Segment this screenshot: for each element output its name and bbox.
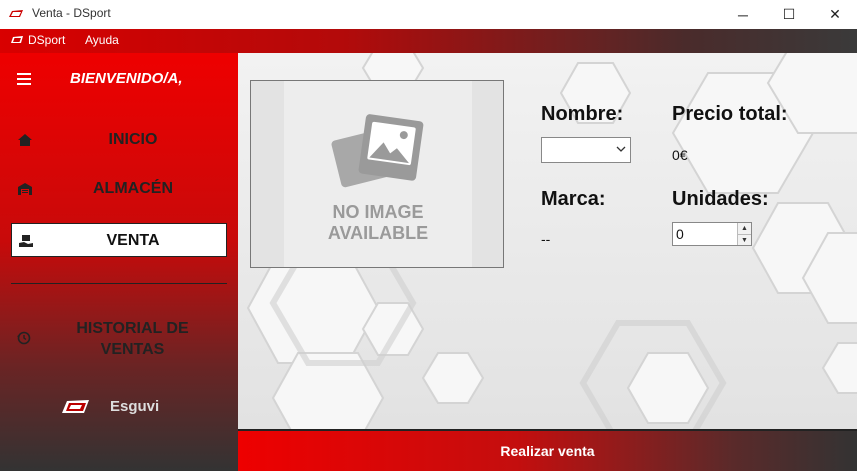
menu-bar: DSport Ayuda [0,29,857,53]
sidebar-item-almacen-label: ALMACÉN [93,180,173,197]
sale-panel: NO IMAGE AVAILABLE Nombre: Marca: -- Pre… [238,53,857,429]
dsport-user-logo [62,400,89,413]
home-icon [18,134,32,146]
minimize-button[interactable]: ─ [720,0,766,29]
dsport-logo-icon [11,36,23,43]
title-bar: Venta - DSport ─ ☐ ✕ [0,0,857,29]
sidebar-item-venta[interactable]: VENTA [11,223,227,257]
marca-label: Marca: [541,188,606,210]
close-button[interactable]: ✕ [812,0,857,29]
sidebar-divider [11,283,227,284]
sidebar-item-inicio[interactable]: INICIO [11,123,227,157]
close-icon: ✕ [829,6,841,22]
increment-button[interactable]: ▲ [738,223,751,234]
product-image: NO IMAGE AVAILABLE [250,80,504,268]
unidades-label: Unidades: [672,188,769,210]
realizar-venta-label: Realizar venta [500,443,595,459]
dsport-app-icon [9,10,23,17]
menu-ayuda[interactable]: Ayuda [85,33,119,47]
warehouse-icon [18,183,32,195]
sidebar-item-almacen[interactable]: ALMACÉN [11,172,227,206]
sidebar-item-historial-label: HISTORIAL DE VENTAS [76,320,189,358]
unidades-value: 0 [676,226,684,242]
sidebar: BIENVENIDO/A, INICIO ALMACÉN VENTA HISTO… [0,53,238,471]
hamburger-menu-icon[interactable] [17,73,31,85]
precio-total-label: Precio total: [672,103,788,125]
marca-value: -- [541,231,551,247]
minimize-icon: ─ [738,6,748,23]
maximize-button[interactable]: ☐ [766,0,812,29]
chevron-down-icon [616,146,626,152]
unidades-stepper[interactable]: 0 ▲ ▼ [672,222,752,246]
welcome-text: BIENVENIDO/A, [70,70,183,87]
nombre-label: Nombre: [541,103,624,125]
user-name: Esguvi [110,398,160,415]
window-title: Venta - DSport [32,6,111,20]
realizar-venta-button[interactable]: Realizar venta [238,429,857,471]
menu-dsport[interactable]: DSport [10,33,65,47]
no-image-icon [331,114,424,188]
nombre-dropdown[interactable] [541,137,631,163]
history-icon [17,331,31,345]
sidebar-item-venta-label: VENTA [106,232,160,249]
no-image-text: NO IMAGE AVAILABLE [327,202,429,243]
menu-ayuda-label: Ayuda [85,33,119,47]
sale-icon [19,235,33,247]
sidebar-item-inicio-label: INICIO [108,131,158,148]
menu-dsport-label: DSport [28,33,66,47]
maximize-icon: ☐ [782,6,796,22]
decrement-button[interactable]: ▼ [738,234,751,245]
precio-total-value: 0€ [672,147,688,163]
